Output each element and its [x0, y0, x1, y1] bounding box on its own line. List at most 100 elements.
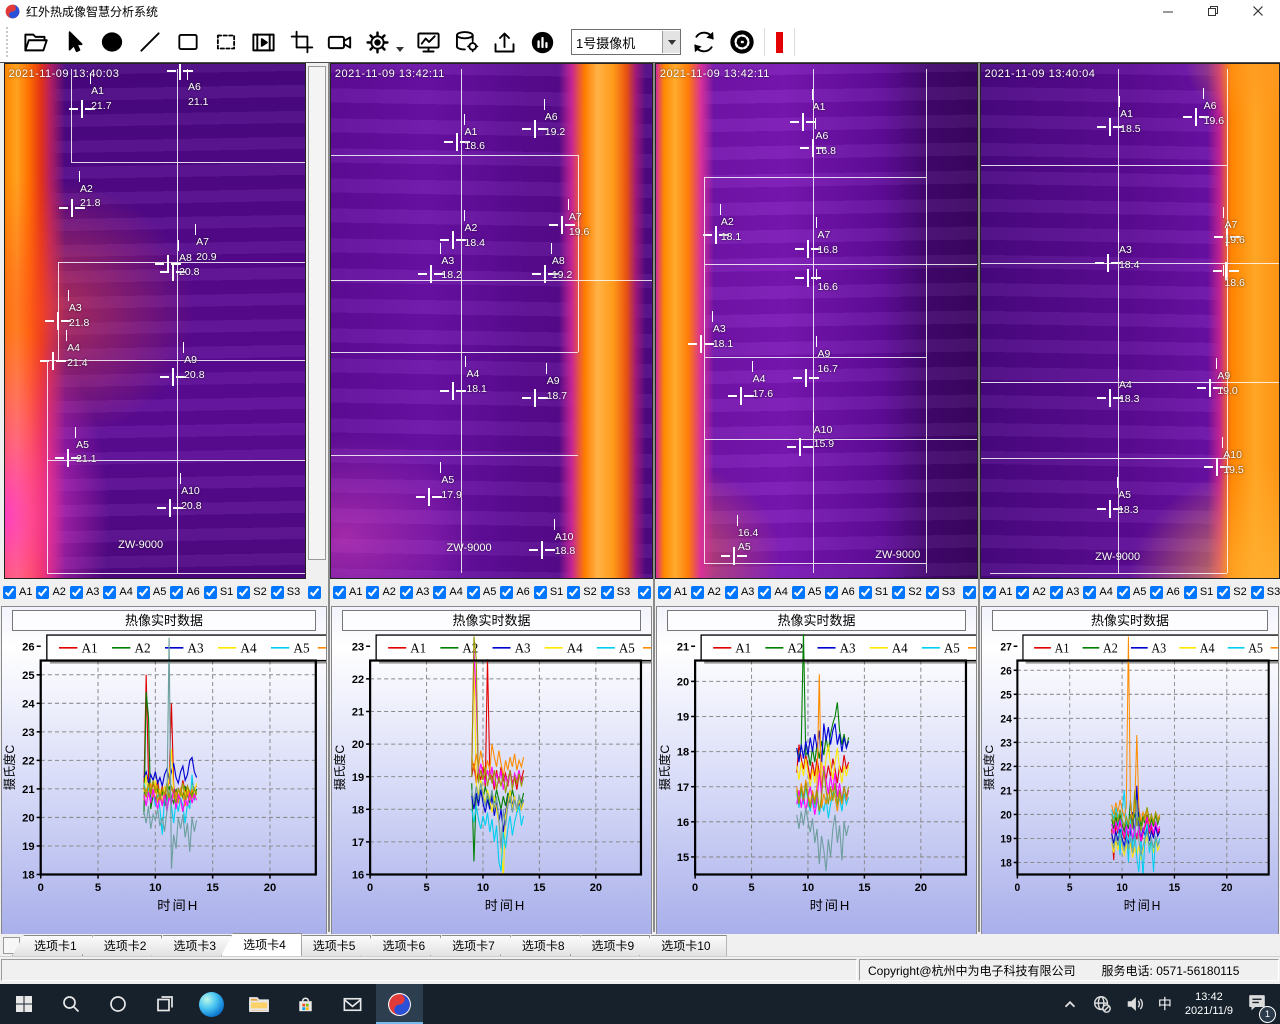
- video-playback-icon[interactable]: [248, 26, 279, 59]
- thermal-image-2[interactable]: 2021-11-09 13:42:11 ZW-9000 A118.6A619.2…: [330, 63, 653, 579]
- crop-icon[interactable]: [286, 26, 317, 59]
- toggle-A1[interactable]: [983, 586, 996, 599]
- draw-ellipse-icon[interactable]: [96, 26, 127, 59]
- statistics-icon[interactable]: [527, 26, 558, 59]
- network-globe-icon[interactable]: [1092, 994, 1112, 1014]
- toggle-A3[interactable]: [400, 586, 413, 599]
- analysis-chart-icon[interactable]: [413, 26, 444, 59]
- toggle-S3[interactable]: [601, 586, 614, 599]
- thermal-image-1[interactable]: 2021-11-09 13:40:03 ZW-9000 A121.7A621.1…: [4, 63, 306, 579]
- toggle-A3[interactable]: [70, 586, 83, 599]
- toggle-cutoff[interactable]: [963, 586, 976, 599]
- toggle-S2[interactable]: [237, 586, 250, 599]
- toggle-S2[interactable]: [1217, 586, 1230, 599]
- measure-point-crosshair[interactable]: [787, 438, 813, 456]
- toggle-A3[interactable]: [725, 586, 738, 599]
- toggle-A2[interactable]: [1016, 586, 1029, 599]
- toggle-A1[interactable]: [333, 586, 346, 599]
- video-camera-icon[interactable]: [324, 26, 355, 59]
- record-stop-icon[interactable]: [776, 32, 783, 53]
- toggle-S1[interactable]: [534, 586, 547, 599]
- toggle-A4[interactable]: [1083, 586, 1096, 599]
- draw-rectangle-icon[interactable]: [172, 26, 203, 59]
- tab-8[interactable]: 选项卡8: [500, 935, 581, 956]
- tab-6[interactable]: 选项卡6: [360, 935, 441, 956]
- toggle-A1[interactable]: [3, 586, 16, 599]
- measure-point-crosshair[interactable]: [1095, 254, 1121, 272]
- toggle-A6[interactable]: [500, 586, 513, 599]
- tab-1[interactable]: 选项卡1: [12, 935, 93, 956]
- taskbar-clock[interactable]: 13:42 2021/11/9: [1185, 990, 1233, 1019]
- hidden-icons-chevron-icon[interactable]: [1061, 995, 1079, 1013]
- measure-point-crosshair[interactable]: [522, 120, 548, 138]
- mail-icon[interactable]: [329, 984, 376, 1024]
- open-file-icon[interactable]: [20, 26, 51, 59]
- tab-5[interactable]: 选项卡5: [291, 935, 372, 956]
- toggle-A2[interactable]: [691, 586, 704, 599]
- toggle-A6[interactable]: [1150, 586, 1163, 599]
- microsoft-store-icon[interactable]: [282, 984, 329, 1024]
- select-arrow-icon[interactable]: [58, 26, 89, 59]
- toggle-S2[interactable]: [892, 586, 905, 599]
- measure-point-crosshair[interactable]: [157, 499, 183, 517]
- tab-4[interactable]: 选项卡4: [221, 933, 302, 956]
- toggle-A5[interactable]: [1117, 586, 1130, 599]
- minimize-button[interactable]: [1145, 0, 1190, 22]
- tab-3[interactable]: 选项卡3: [151, 935, 232, 956]
- toggle-cutoff[interactable]: [308, 586, 321, 599]
- settings-gear-icon[interactable]: [362, 26, 393, 59]
- task-view-icon[interactable]: [141, 984, 188, 1024]
- toggle-A4[interactable]: [103, 586, 116, 599]
- measure-point-crosshair[interactable]: [416, 488, 442, 506]
- tab-2[interactable]: 选项卡2: [82, 935, 163, 956]
- toggle-S1[interactable]: [859, 586, 872, 599]
- close-button[interactable]: [1235, 0, 1280, 22]
- measure-point-crosshair[interactable]: [522, 389, 548, 407]
- toggle-S2[interactable]: [567, 586, 580, 599]
- edge-browser-icon[interactable]: [188, 984, 235, 1024]
- measure-point-crosshair[interactable]: [167, 63, 193, 80]
- camera-select[interactable]: 1号摄像机: [571, 29, 681, 55]
- measure-point-crosshair[interactable]: [440, 382, 466, 400]
- start-button-icon[interactable]: [0, 984, 47, 1024]
- measure-point-crosshair[interactable]: [529, 541, 555, 559]
- cortana-icon[interactable]: [94, 984, 141, 1024]
- search-icon[interactable]: [47, 984, 94, 1024]
- measure-point-crosshair[interactable]: [155, 255, 181, 273]
- action-center-icon[interactable]: 1: [1246, 991, 1268, 1018]
- camera-refresh-icon[interactable]: [688, 26, 719, 59]
- measure-point-crosshair[interactable]: [793, 369, 819, 387]
- file-explorer-icon[interactable]: [235, 984, 282, 1024]
- toggle-S1[interactable]: [204, 586, 217, 599]
- thermal-app-taskbar-icon[interactable]: [376, 984, 423, 1024]
- restore-button[interactable]: [1190, 0, 1235, 22]
- measure-point-crosshair[interactable]: [160, 368, 186, 386]
- toggle-A2[interactable]: [366, 586, 379, 599]
- draw-line-icon[interactable]: [134, 26, 165, 59]
- database-config-icon[interactable]: [451, 26, 482, 59]
- volume-icon[interactable]: [1125, 994, 1145, 1014]
- toggle-S3[interactable]: [926, 586, 939, 599]
- tab-10[interactable]: 选项卡10: [639, 935, 726, 956]
- measure-point-crosshair[interactable]: [440, 231, 466, 249]
- measure-point-crosshair[interactable]: [790, 113, 816, 131]
- thermal-image-3[interactable]: 2021-11-09 13:42:11 ZW-9000 A1A616.8A218…: [655, 63, 978, 579]
- toggle-A1[interactable]: [658, 586, 671, 599]
- measure-point-crosshair[interactable]: [45, 312, 71, 330]
- toggle-S3[interactable]: [271, 586, 284, 599]
- measure-point-crosshair[interactable]: [688, 335, 714, 353]
- toggle-S1[interactable]: [1184, 586, 1197, 599]
- toggle-A6[interactable]: [170, 586, 183, 599]
- toggle-A5[interactable]: [467, 586, 480, 599]
- measure-point-crosshair[interactable]: [40, 352, 66, 370]
- toggle-A4[interactable]: [758, 586, 771, 599]
- toggle-S3[interactable]: [1251, 586, 1264, 599]
- measure-point-crosshair[interactable]: [728, 387, 754, 405]
- thermal-image-4[interactable]: 2021-11-09 13:40:04 ZW-9000 A118.5A619.6…: [980, 63, 1280, 579]
- settings-dropdown-caret-icon[interactable]: [396, 47, 404, 52]
- toggle-A5[interactable]: [137, 586, 150, 599]
- region-select-icon[interactable]: [210, 26, 241, 59]
- toggle-A3[interactable]: [1050, 586, 1063, 599]
- capture-shutter-icon[interactable]: [726, 26, 757, 59]
- tab-9[interactable]: 选项卡9: [570, 935, 651, 956]
